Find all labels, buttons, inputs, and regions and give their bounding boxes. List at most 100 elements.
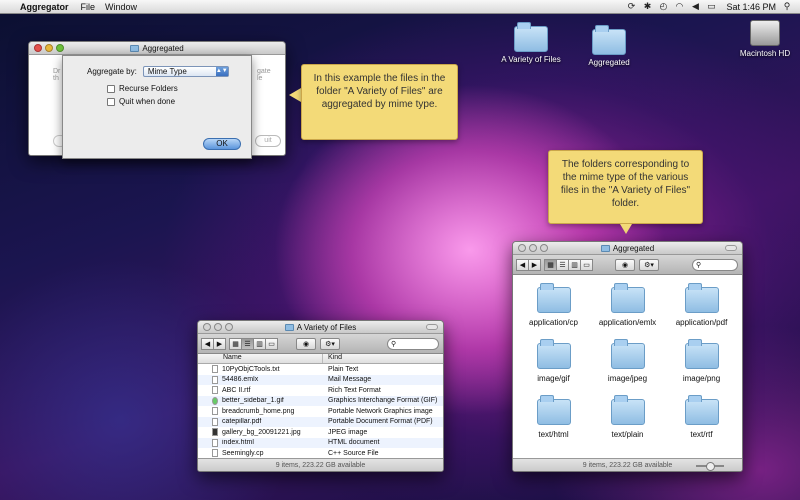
column-header-name[interactable]: Name: [198, 354, 323, 363]
checkbox-box[interactable]: [107, 97, 115, 106]
desktop-icon-aggregated[interactable]: Aggregated: [574, 25, 644, 67]
grid-folder[interactable]: application/emlx: [591, 283, 665, 327]
minimize-button[interactable]: [529, 244, 537, 252]
pdf-file-icon: [212, 417, 218, 426]
hard-drive-icon: [750, 20, 780, 46]
grid-folder[interactable]: image/gif: [517, 339, 591, 383]
jpg-file-icon: [212, 428, 218, 437]
file-name: 54486.emlx: [222, 376, 259, 384]
folder-icon: [536, 339, 571, 369]
file-name: breadcrumb_home.png: [222, 407, 295, 415]
checkbox-box[interactable]: [107, 84, 115, 93]
desktop-icon-hd[interactable]: Macintosh HD: [730, 20, 800, 58]
callout-folders: The folders corresponding to the mime ty…: [548, 150, 703, 224]
grid-folder[interactable]: text/rtf: [665, 395, 739, 439]
minimize-button[interactable]: [45, 44, 53, 52]
file-name: 10PyObjCTools.txt: [222, 365, 280, 373]
file-kind: JPEG image: [328, 428, 368, 436]
zoom-button[interactable]: [56, 44, 64, 52]
column-header-kind[interactable]: Kind: [323, 354, 342, 363]
quicklook-eye-icon[interactable]: ◉: [296, 337, 316, 350]
search-icon: ⚲: [696, 261, 702, 269]
window-title: Aggregated: [612, 243, 655, 253]
close-button[interactable]: [34, 44, 42, 52]
coverflow-view-button[interactable]: ▭: [580, 258, 593, 271]
bluetooth-icon[interactable]: ✱: [642, 1, 652, 12]
forward-button[interactable]: ▶: [213, 337, 226, 350]
close-button[interactable]: [518, 244, 526, 252]
zoom-button[interactable]: [540, 244, 548, 252]
recurse-label: Recurse Folders: [119, 84, 178, 93]
file-name: index.html: [222, 439, 254, 447]
status-text: 9 items, 223.22 GB available: [275, 461, 366, 469]
action-gear-icon[interactable]: ⚙▾: [320, 337, 340, 350]
menu-file[interactable]: File: [81, 2, 96, 12]
sync-icon[interactable]: ⟳: [626, 1, 636, 12]
desktop-icon-label: A Variety of Files: [501, 55, 561, 64]
menu-clock[interactable]: Sat 1:46 PM: [726, 2, 776, 12]
search-input[interactable]: ⚲: [692, 258, 738, 271]
folder-label: application/emlx: [598, 318, 657, 327]
forward-button[interactable]: ▶: [528, 258, 541, 271]
grid-folder[interactable]: image/png: [665, 339, 739, 383]
volume-icon[interactable]: ◀: [690, 1, 700, 12]
table-row[interactable]: 54486.emlx Mail Message: [198, 374, 443, 385]
file-kind: Mail Message: [328, 376, 372, 384]
quit-checkbox[interactable]: Quit when done: [107, 97, 237, 106]
window-titlebar: A Variety of Files: [198, 321, 443, 334]
table-row[interactable]: index.html HTML document: [198, 437, 443, 448]
ok-button[interactable]: OK: [203, 138, 241, 150]
callout-arrow: [620, 224, 632, 234]
zoom-button[interactable]: [225, 323, 233, 331]
minimize-button[interactable]: [214, 323, 222, 331]
table-row[interactable]: better_sidebar_1.gif Graphics Interchange…: [198, 395, 443, 406]
spotlight-icon[interactable]: ⚲: [782, 1, 792, 12]
aggregate-select[interactable]: Mime Type ▲▼: [142, 66, 229, 77]
wifi-icon[interactable]: ◠: [674, 1, 684, 12]
quit-button[interactable]: uit: [255, 135, 281, 147]
desktop-icon-label: Macintosh HD: [739, 49, 791, 58]
icon-size-slider[interactable]: [696, 462, 724, 471]
menu-window[interactable]: Window: [105, 2, 137, 12]
toolbar-toggle-button[interactable]: [725, 245, 737, 251]
folder-icon: [684, 283, 719, 313]
variety-files-window: A Variety of Files ◀ ▶ ▦ ☰ ▥ ▭ ◉ ⚙▾ ⚲ Na…: [197, 320, 444, 472]
menu-app-name[interactable]: Aggregator: [20, 2, 69, 12]
file-name: gallery_bg_20091221.jpg: [222, 428, 301, 436]
table-row[interactable]: 10PyObjCTools.txt Plain Text: [198, 364, 443, 375]
desktop-icon-variety[interactable]: A Variety of Files: [496, 22, 566, 64]
battery-icon[interactable]: ▭: [706, 1, 716, 12]
aggregate-value: Mime Type: [147, 67, 187, 76]
quicklook-eye-icon[interactable]: ◉: [615, 258, 635, 271]
grid-folder[interactable]: image/jpeg: [591, 339, 665, 383]
window-titlebar: Aggregated: [29, 42, 285, 55]
table-row[interactable]: catepillar.pdf Portable Document Format (…: [198, 416, 443, 427]
search-input[interactable]: ⚲: [387, 337, 439, 350]
grid-folder[interactable]: application/cp: [517, 283, 591, 327]
folder-label: text/rtf: [690, 430, 713, 439]
folder-label: application/cp: [529, 318, 578, 327]
grid-folder[interactable]: text/html: [517, 395, 591, 439]
close-button[interactable]: [203, 323, 211, 331]
coverflow-view-button[interactable]: ▭: [265, 337, 278, 350]
table-row[interactable]: gallery_bg_20091221.jpg JPEG image: [198, 427, 443, 438]
folder-icon: [610, 283, 645, 313]
grid-folder[interactable]: application/pdf: [665, 283, 739, 327]
recurse-checkbox[interactable]: Recurse Folders: [107, 84, 237, 93]
folder-label: image/jpeg: [607, 374, 648, 383]
grid-folder[interactable]: text/plain: [591, 395, 665, 439]
html-file-icon: [212, 438, 218, 447]
finder-toolbar: ◀ ▶ ▦ ☰ ▥ ▭ ◉ ⚙▾ ⚲: [513, 255, 742, 275]
toolbar-toggle-button[interactable]: [426, 324, 438, 330]
table-row[interactable]: Seemingly.cp C++ Source File: [198, 448, 443, 459]
time-machine-icon[interactable]: ◴: [658, 1, 668, 12]
table-row[interactable]: ABC II.rtf Rich Text Format: [198, 385, 443, 396]
rtf-file-icon: [212, 386, 218, 395]
callout-aggregate: In this example the files in the folder …: [301, 64, 458, 140]
status-bar: 9 items, 223.22 GB available: [198, 458, 443, 471]
folder-icon: [592, 25, 626, 55]
table-row[interactable]: breadcrumb_home.png Portable Network Grap…: [198, 406, 443, 417]
file-list: 10PyObjCTools.txt Plain Text 54486.emlx Ma…: [198, 364, 443, 459]
action-gear-icon[interactable]: ⚙▾: [639, 258, 659, 271]
menu-extras: ⟳ ✱ ◴ ◠ ◀ ▭ Sat 1:46 PM ⚲: [626, 1, 800, 12]
